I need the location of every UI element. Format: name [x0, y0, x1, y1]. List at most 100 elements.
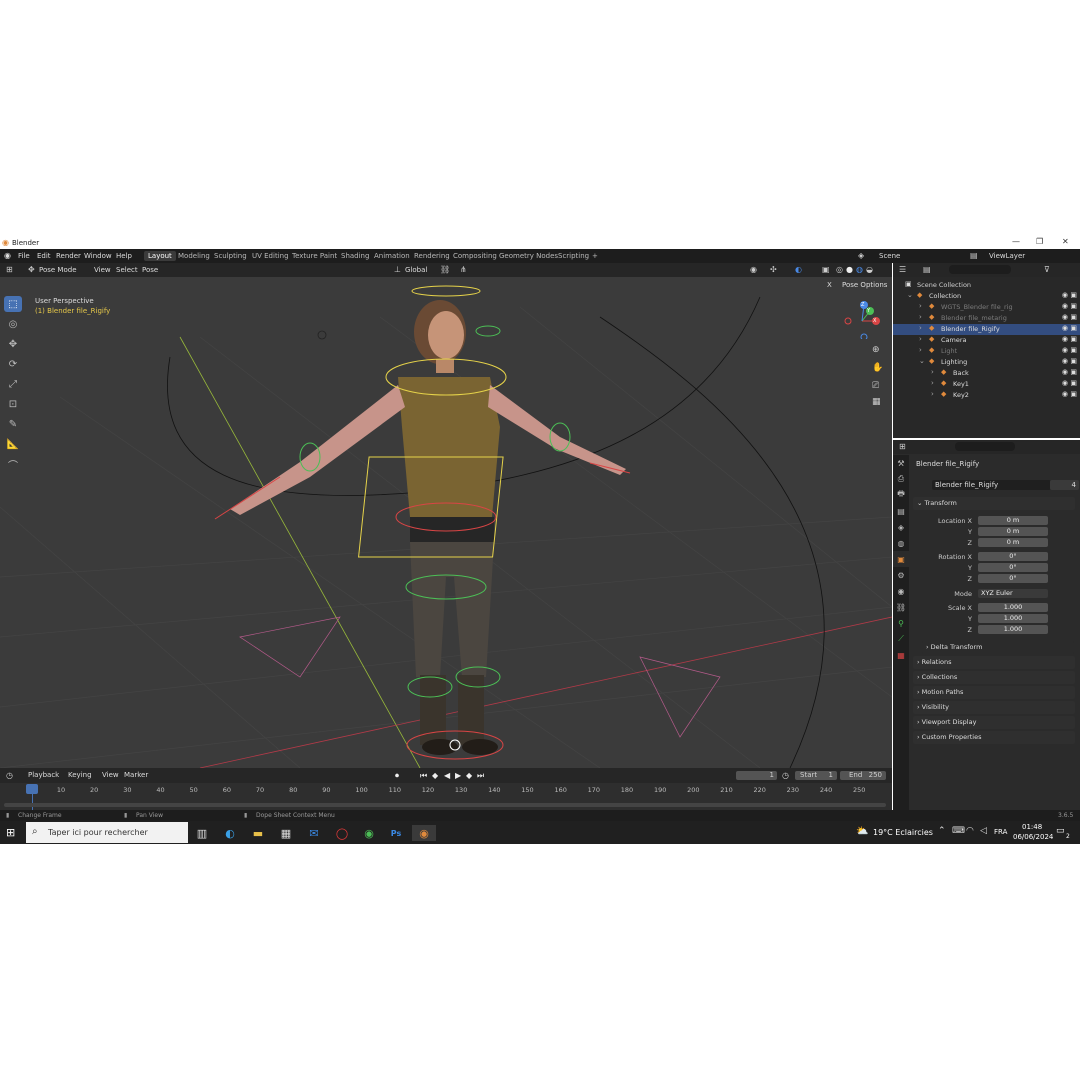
transform-panel-header[interactable]: ⌄ Transform [913, 497, 1075, 510]
maximize-button[interactable]: ❐ [1036, 237, 1043, 246]
menu-pose[interactable]: Pose [142, 266, 158, 274]
location-z-field[interactable]: 0 m [978, 538, 1048, 547]
pivot-icon[interactable]: ⛓ [440, 265, 450, 274]
display-mode-icon[interactable]: ▤ [923, 265, 931, 274]
volume-icon[interactable]: ◁ [980, 826, 987, 836]
menu-edit[interactable]: Edit [37, 252, 51, 260]
current-frame-field[interactable]: 1 [736, 771, 777, 780]
visibility-eye-icon[interactable]: ◉ [1062, 346, 1068, 354]
render-tab-icon[interactable]: ⎙ [893, 471, 909, 487]
constraint-tab-icon[interactable]: ⛓ [893, 599, 909, 615]
render-camera-icon[interactable]: ▣ [1070, 302, 1077, 310]
panel-header-collapsed[interactable]: › Visibility [913, 701, 1075, 714]
render-camera-icon[interactable]: ▣ [1070, 357, 1077, 365]
visibility-eye-icon[interactable]: ◉ [1062, 357, 1068, 365]
menu-render[interactable]: Render [56, 252, 81, 260]
properties-search-input[interactable] [955, 442, 1015, 451]
menu-file[interactable]: File [18, 252, 30, 260]
menu-marker[interactable]: Marker [124, 771, 148, 779]
panel-header-collapsed[interactable]: › Viewport Display [913, 716, 1075, 729]
roll-icon[interactable]: ⌒ [4, 456, 22, 472]
snap-icon[interactable]: ⋔ [460, 265, 467, 274]
play-icon[interactable]: ▶ [455, 771, 461, 780]
start-frame-field[interactable]: Start 1 [795, 771, 837, 780]
move-icon[interactable]: ✥ [4, 336, 22, 352]
annotate-icon[interactable]: ✎ [4, 416, 22, 432]
timeline-scrollbar[interactable] [4, 803, 886, 807]
outliner-item[interactable]: ⌄ ◆ Collection ◉ ▣ [893, 291, 1080, 302]
rotation-x-field[interactable]: 0° [978, 552, 1048, 561]
outliner-item[interactable]: › ◆ WGTS_Blender file_rig ◉ ▣ [893, 302, 1080, 313]
tab-shading[interactable]: Shading [341, 252, 369, 260]
tab-animation[interactable]: Animation [374, 252, 410, 260]
armature-tab-icon[interactable]: ⚲ [893, 615, 909, 631]
outliner-item[interactable]: › ◆ Light ◉ ▣ [893, 346, 1080, 357]
scale-z-field[interactable]: 1.000 [978, 625, 1048, 634]
outliner-item[interactable]: › ◆ Blender file_Rigify ◉ ▣ [893, 324, 1080, 335]
solid-shading-icon[interactable]: ● [846, 265, 853, 274]
physics-tab-icon[interactable]: ◉ [893, 583, 909, 599]
menu-playback[interactable]: Playback [28, 771, 59, 779]
output-tab-icon[interactable]: 🖶 [893, 487, 909, 503]
object-name-field[interactable]: Blender file_Rigify [932, 480, 1051, 490]
scene-name[interactable]: Scene [879, 252, 900, 260]
panel-header-collapsed[interactable]: › Collections [913, 671, 1075, 684]
outliner-item[interactable]: › ◆ Back ◉ ▣ [893, 368, 1080, 379]
visibility-eye-icon[interactable]: ◉ [1062, 324, 1068, 332]
rotate-icon[interactable]: ⟳ [4, 356, 22, 372]
filter-icon[interactable]: ⊽ [1044, 265, 1050, 274]
wireframe-shading-icon[interactable]: ◎ [836, 265, 843, 274]
render-camera-icon[interactable]: ▣ [1070, 291, 1077, 299]
timeline-editor-icon[interactable]: ◷ [6, 771, 13, 780]
menu-help[interactable]: Help [116, 252, 132, 260]
outliner-item[interactable]: › ◆ Camera ◉ ▣ [893, 335, 1080, 346]
scale-y-field[interactable]: 1.000 [978, 614, 1048, 623]
render-camera-icon[interactable]: ▣ [1070, 346, 1077, 354]
network-icon[interactable]: ⌨ [952, 826, 965, 836]
outliner-scene-collection[interactable]: ▣ Scene Collection [893, 280, 1080, 291]
zoom-icon[interactable]: ⊕ [872, 345, 880, 355]
tool-tab-icon[interactable]: ⚒ [893, 455, 909, 471]
add-workspace-icon[interactable]: + [592, 252, 598, 260]
3d-viewport[interactable]: User Perspective (1) Blender file_Rigify… [0, 277, 892, 768]
measure-icon[interactable]: 📐 [4, 436, 22, 452]
rendered-shading-icon[interactable]: ◒ [866, 265, 873, 274]
next-keyframe-icon[interactable]: ◆ [466, 771, 472, 780]
render-camera-icon[interactable]: ▣ [1070, 390, 1077, 398]
playhead[interactable] [26, 784, 38, 794]
expand-arrow-icon[interactable]: › [931, 379, 934, 387]
record-icon[interactable]: ⏺ [395, 771, 399, 781]
blender-menu-icon[interactable]: ◉ [4, 251, 11, 260]
location-y-field[interactable]: 0 m [978, 527, 1048, 536]
tab-layout[interactable]: Layout [144, 251, 176, 261]
location-x-field[interactable]: 0 m [978, 516, 1048, 525]
view-layer-name[interactable]: ViewLayer [989, 252, 1025, 260]
texture-tab-icon[interactable]: ▦ [893, 647, 909, 663]
view-layer-tab-icon[interactable]: ▤ [893, 503, 909, 519]
navigation-gizmo[interactable]: X Y Z [842, 299, 882, 341]
expand-arrow-icon[interactable]: ⌄ [907, 291, 913, 299]
orientation-dropdown[interactable]: Global [405, 266, 427, 274]
tab-scripting[interactable]: Scripting [558, 252, 589, 260]
pan-hand-icon[interactable]: ✋ [872, 363, 883, 373]
render-camera-icon[interactable]: ▣ [1070, 324, 1077, 332]
file-explorer-icon[interactable]: ▬ [250, 825, 266, 841]
visibility-eye-icon[interactable]: ◉ [1062, 379, 1068, 387]
expand-arrow-icon[interactable]: › [931, 368, 934, 376]
render-camera-icon[interactable]: ▣ [1070, 379, 1077, 387]
cursor-icon[interactable]: ◎ [4, 316, 22, 332]
expand-arrow-icon[interactable]: › [931, 390, 934, 398]
camera-view-icon[interactable]: ⎚ [872, 381, 879, 391]
menu-select[interactable]: Select [116, 266, 138, 274]
preview-range-icon[interactable]: ◷ [782, 771, 789, 780]
end-frame-field[interactable]: End 250 [840, 771, 886, 780]
visibility-icon[interactable]: ◉ [750, 265, 757, 274]
overlay-icon[interactable]: ◐ [795, 265, 802, 274]
mode-dropdown[interactable]: Pose Mode [39, 266, 77, 274]
users-count[interactable]: 4 [1050, 480, 1079, 490]
world-tab-icon[interactable]: ◍ [893, 535, 909, 551]
opera-browser-icon[interactable]: ◯ [334, 825, 350, 841]
ortho-toggle-icon[interactable]: ▦ [872, 397, 881, 407]
transform-icon[interactable]: ⊡ [4, 396, 22, 412]
render-camera-icon[interactable]: ▣ [1070, 368, 1077, 376]
